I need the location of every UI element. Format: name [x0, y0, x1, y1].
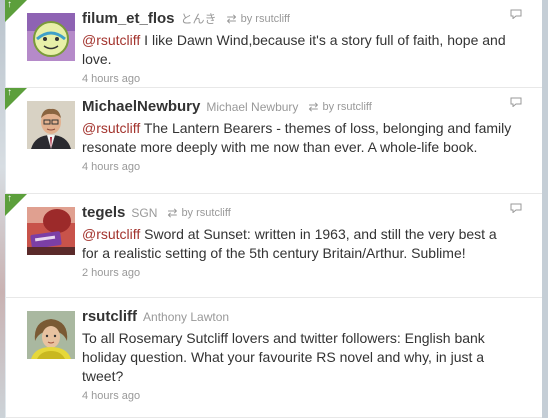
tweet-timestamp[interactable]: 4 hours ago [82, 73, 512, 85]
tweet-full-name: Michael Newbury [206, 100, 299, 114]
tweet-mention-link[interactable]: @rsutcliff [82, 120, 140, 136]
tweet-item: ↑ MichaelNewbury Michael Newbury ⇄ by rs… [5, 88, 542, 194]
retweet-icon: ⇄ [167, 206, 178, 220]
avatar[interactable] [27, 311, 75, 359]
tweet-timestamp[interactable]: 4 hours ago [82, 390, 512, 402]
retweet-icon: ⇄ [308, 100, 319, 114]
tweet-full-name: Anthony Lawton [143, 310, 230, 324]
tweet-text: @rsutcliff The Lantern Bearers - themes … [82, 119, 512, 157]
tweet-full-name: とんき [180, 12, 217, 26]
tweet-timeline: ↑ filum_et_flos とんき ⇄ by rsutcliff @rsut… [5, 0, 542, 418]
retweet-icon: ⇄ [226, 12, 237, 26]
retweet-arrow-icon: ↑ [7, 0, 12, 10]
tweet-text: To all Rosemary Sutcliff lovers and twit… [82, 330, 485, 384]
retweet-attribution: ⇄ by rsutcliff [167, 206, 230, 220]
tweet-body: I like Dawn Wind,because it's a story fu… [82, 32, 506, 67]
man-in-suit-avatar-icon [27, 101, 75, 149]
tweet-screen-name[interactable]: filum_et_flos [82, 10, 175, 27]
tweet-screen-name[interactable]: tegels [82, 204, 125, 221]
tweet-timestamp[interactable]: 2 hours ago [82, 267, 512, 279]
tweet-timestamp[interactable]: 4 hours ago [82, 161, 512, 173]
avatar[interactable] [27, 13, 75, 61]
tweet-screen-name[interactable]: MichaelNewbury [82, 98, 200, 115]
reply-bubble-icon[interactable] [510, 9, 522, 19]
tweet-body: The Lantern Bearers - themes of loss, be… [82, 120, 512, 155]
retweet-attribution: ⇄ by rsutcliff [227, 12, 290, 26]
tweet-item: ↑ tegels SGN ⇄ by rsutcliff @rsutcliff S… [5, 194, 542, 298]
retweet-by-label[interactable]: by rsutcliff [241, 13, 290, 25]
tweet-body: Sword at Sunset: written in 1963, and st… [82, 226, 497, 261]
tweet-mention-link[interactable]: @rsutcliff [82, 32, 140, 48]
retweet-by-label[interactable]: by rsutcliff [322, 101, 371, 113]
cartoon-green-face-avatar-icon [27, 13, 75, 61]
avatar[interactable] [27, 101, 75, 149]
retweet-by-label[interactable]: by rsutcliff [181, 207, 230, 219]
tweet-full-name: SGN [131, 206, 158, 220]
retweet-corner-badge: ↑ [5, 0, 27, 22]
tweet-text: @rsutcliff I like Dawn Wind,because it's… [82, 31, 512, 69]
retweet-corner-badge: ↑ [5, 88, 27, 110]
retweet-corner-badge: ↑ [5, 194, 27, 216]
tweet-item: ↑ filum_et_flos とんき ⇄ by rsutcliff @rsut… [5, 0, 542, 88]
retweet-attribution: ⇄ by rsutcliff [308, 100, 371, 114]
avatar[interactable] [27, 207, 75, 255]
tweet-screen-name[interactable]: rsutcliff [82, 308, 137, 325]
tweet-item: rsutcliff Anthony Lawton To all Rosemary… [6, 298, 542, 418]
window-right-edge [541, 0, 548, 418]
tweet-mention-link[interactable]: @rsutcliff [82, 226, 140, 242]
reply-bubble-icon[interactable] [510, 203, 522, 213]
retweet-arrow-icon: ↑ [7, 87, 12, 98]
tweet-text: @rsutcliff Sword at Sunset: written in 1… [82, 225, 512, 263]
reply-bubble-icon[interactable] [510, 97, 522, 107]
red-purple-sign-avatar-icon [27, 207, 75, 255]
woman-portrait-avatar-icon [27, 311, 75, 359]
retweet-arrow-icon: ↑ [7, 193, 12, 204]
